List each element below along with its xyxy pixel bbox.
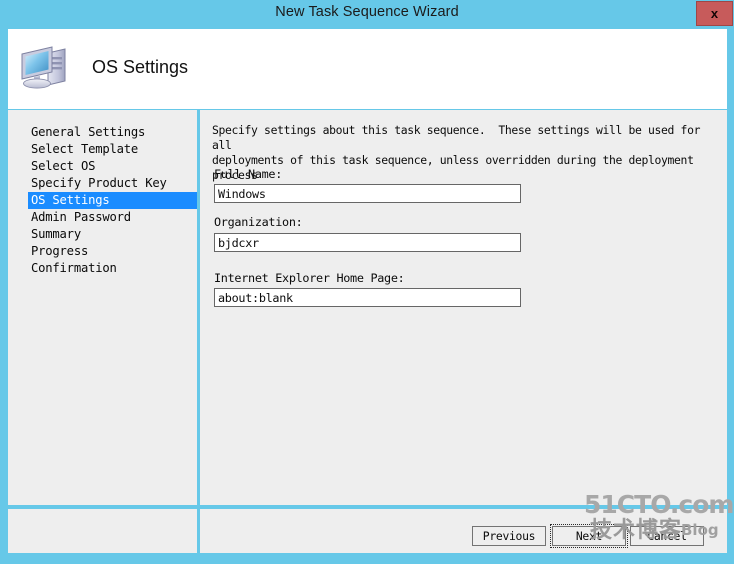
window-title: New Task Sequence Wizard	[275, 4, 459, 20]
wizard-content: Specify settings about this task sequenc…	[200, 110, 727, 505]
next-button[interactable]: Next	[550, 524, 628, 548]
sidebar-item-select-template[interactable]: Select Template	[28, 141, 197, 158]
full-name-label: Full Name:	[214, 167, 283, 181]
wizard-sidebar: General Settings Select Template Select …	[8, 110, 197, 505]
sidebar-item-general-settings[interactable]: General Settings	[28, 124, 197, 141]
title-bar: New Task Sequence Wizard x	[0, 0, 734, 28]
sidebar-item-specify-product-key[interactable]: Specify Product Key	[28, 175, 197, 192]
ie-home-page-label: Internet Explorer Home Page:	[214, 271, 405, 285]
wizard-header: OS Settings	[8, 29, 727, 109]
sidebar-step-list: General Settings Select Template Select …	[28, 124, 197, 277]
close-icon[interactable]: x	[696, 1, 733, 26]
sidebar-item-select-os[interactable]: Select OS	[28, 158, 197, 175]
sidebar-item-admin-password[interactable]: Admin Password	[28, 209, 197, 226]
footer-left-panel	[8, 509, 197, 553]
sidebar-item-os-settings[interactable]: OS Settings	[28, 192, 197, 209]
sidebar-item-confirmation[interactable]: Confirmation	[28, 260, 197, 277]
page-title: OS Settings	[92, 57, 189, 77]
computer-icon	[18, 40, 74, 92]
full-name-input[interactable]	[214, 184, 521, 203]
wizard-footer: Previous Next Cancel	[200, 509, 727, 553]
organization-input[interactable]	[214, 233, 521, 252]
content-description: Specify settings about this task sequenc…	[212, 123, 701, 182]
ie-home-page-input[interactable]	[214, 288, 521, 307]
wizard-window: New Task Sequence Wizard x OS Settings G…	[0, 0, 734, 564]
organization-label: Organization:	[214, 215, 303, 229]
previous-button[interactable]: Previous	[472, 526, 546, 546]
sidebar-item-progress[interactable]: Progress	[28, 243, 197, 260]
sidebar-item-summary[interactable]: Summary	[28, 226, 197, 243]
cancel-button[interactable]: Cancel	[630, 526, 704, 546]
